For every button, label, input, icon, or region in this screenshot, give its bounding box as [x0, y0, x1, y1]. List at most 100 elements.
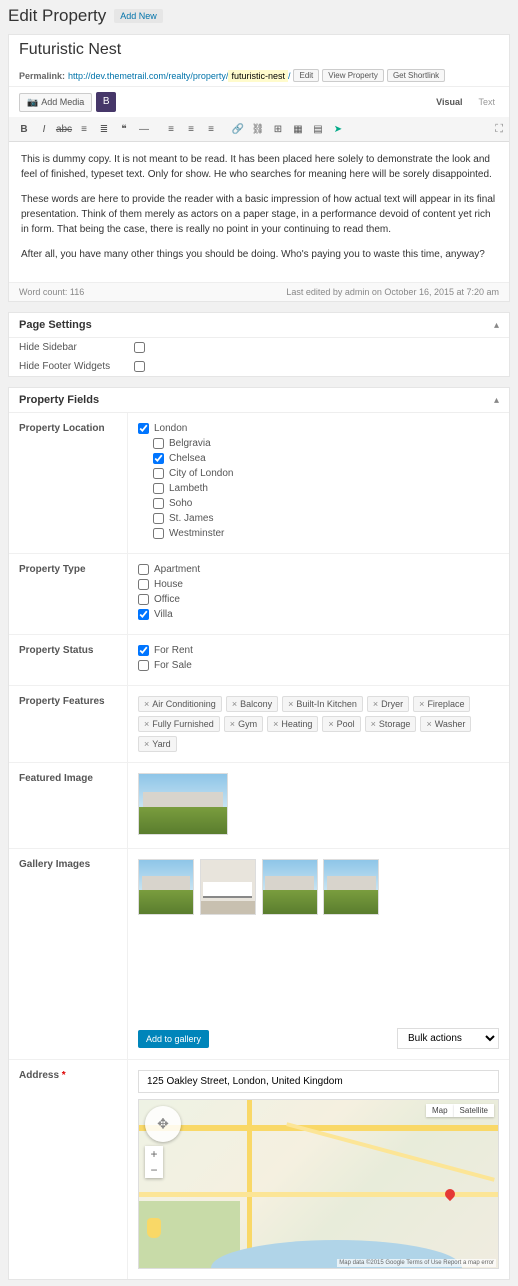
featured-image-label: Featured Image: [9, 763, 127, 794]
permalink-label: Permalink:: [19, 71, 65, 81]
italic-button[interactable]: I: [35, 120, 53, 138]
feature-tag[interactable]: × Balcony: [226, 696, 278, 712]
toggle-icon[interactable]: ▴: [494, 320, 499, 331]
editor-content[interactable]: This is dummy copy. It is not meant to b…: [9, 142, 509, 282]
shortcode-icon-button[interactable]: ➤: [329, 120, 347, 138]
align-right-button[interactable]: ≡: [202, 120, 220, 138]
location-city-of-london[interactable]: City of London: [153, 468, 499, 479]
type-office[interactable]: Office: [138, 594, 499, 605]
toolbar-toggle-button[interactable]: ▦: [289, 120, 307, 138]
location-st-james[interactable]: St. James: [153, 513, 499, 524]
editor-panel: Futuristic Nest Permalink: http://dev.th…: [8, 34, 510, 302]
remove-icon[interactable]: ×: [232, 699, 237, 709]
map-type-satellite[interactable]: Satellite: [454, 1104, 494, 1117]
link-button[interactable]: 🔗: [229, 120, 247, 138]
remove-icon[interactable]: ×: [144, 739, 149, 749]
remove-icon[interactable]: ×: [328, 719, 333, 729]
gallery-thumb[interactable]: [138, 859, 194, 915]
toggle-icon[interactable]: ▴: [494, 395, 499, 406]
tab-visual[interactable]: Visual: [432, 95, 466, 109]
map-pin-icon: [443, 1187, 457, 1201]
hide-footer-label: Hide Footer Widgets: [19, 361, 134, 372]
page-settings-metabox: Page Settings ▴ Hide Sidebar Hide Footer…: [8, 312, 510, 377]
remove-icon[interactable]: ×: [144, 719, 149, 729]
status-for-sale[interactable]: For Sale: [138, 660, 499, 671]
remove-icon[interactable]: ×: [426, 719, 431, 729]
location-belgravia[interactable]: Belgravia: [153, 438, 499, 449]
status-for-rent[interactable]: For Rent: [138, 645, 499, 656]
type-villa[interactable]: Villa: [138, 609, 499, 620]
editor-statusbar: Word count: 116 Last edited by admin on …: [9, 282, 509, 301]
permalink-edit-button[interactable]: Edit: [293, 69, 319, 82]
remove-icon[interactable]: ×: [419, 699, 424, 709]
word-count-label: Word count:: [19, 287, 70, 297]
feature-tag[interactable]: × Fireplace: [413, 696, 470, 712]
gallery-thumb[interactable]: [323, 859, 379, 915]
streetview-pegman-icon[interactable]: [147, 1218, 161, 1238]
property-fields-metabox: Property Fields ▴ Property Location Lond…: [8, 387, 510, 1280]
feature-tag[interactable]: × Built-In Kitchen: [282, 696, 363, 712]
tab-text[interactable]: Text: [474, 95, 499, 109]
ul-button[interactable]: ≡: [75, 120, 93, 138]
remove-icon[interactable]: ×: [230, 719, 235, 729]
map[interactable]: +− Map Satellite Map data ©2015 Google T…: [138, 1099, 499, 1269]
location-westminster[interactable]: Westminster: [153, 528, 499, 539]
map-zoom-control[interactable]: +−: [145, 1146, 163, 1178]
gallery-thumb[interactable]: [262, 859, 318, 915]
add-media-button[interactable]: 📷 Add Media: [19, 93, 92, 112]
remove-icon[interactable]: ×: [288, 699, 293, 709]
location-london[interactable]: London: [138, 423, 499, 434]
quote-button[interactable]: ❝: [115, 120, 133, 138]
feature-tag[interactable]: × Washer: [420, 716, 471, 732]
permalink-url[interactable]: http://dev.themetrail.com/realty/propert…: [68, 71, 290, 81]
hide-sidebar-checkbox[interactable]: [134, 342, 145, 353]
type-apartment[interactable]: Apartment: [138, 564, 499, 575]
feature-tag[interactable]: × Air Conditioning: [138, 696, 222, 712]
location-chelsea[interactable]: Chelsea: [153, 453, 499, 464]
bulk-actions-select[interactable]: Bulk actions: [397, 1028, 499, 1049]
features-label: Property Features: [9, 686, 127, 717]
gallery-grid: [138, 859, 499, 918]
bold-button[interactable]: B: [15, 120, 33, 138]
remove-icon[interactable]: ×: [373, 699, 378, 709]
remove-icon[interactable]: ×: [371, 719, 376, 729]
distraction-free-button[interactable]: ▤: [309, 120, 327, 138]
permalink-row: Permalink: http://dev.themetrail.com/rea…: [9, 65, 509, 87]
remove-icon[interactable]: ×: [273, 719, 278, 729]
map-type-map[interactable]: Map: [426, 1104, 454, 1117]
add-to-gallery-button[interactable]: Add to gallery: [138, 1030, 209, 1048]
remove-icon[interactable]: ×: [144, 699, 149, 709]
location-soho[interactable]: Soho: [153, 498, 499, 509]
feature-tag[interactable]: × Heating: [267, 716, 318, 732]
feature-tag[interactable]: × Gym: [224, 716, 263, 732]
add-new-button[interactable]: Add New: [114, 9, 163, 23]
media-toolbar: 📷 Add Media B Visual Text: [9, 87, 509, 117]
get-shortlink-button[interactable]: Get Shortlink: [387, 69, 445, 82]
address-input[interactable]: [138, 1070, 499, 1093]
hide-sidebar-label: Hide Sidebar: [19, 342, 134, 353]
hr-button[interactable]: —: [135, 120, 153, 138]
shortcode-button[interactable]: B: [96, 92, 116, 112]
align-center-button[interactable]: ≡: [182, 120, 200, 138]
map-pan-control[interactable]: [145, 1106, 181, 1142]
feature-tag[interactable]: × Storage: [365, 716, 417, 732]
ol-button[interactable]: ≣: [95, 120, 113, 138]
feature-tag[interactable]: × Yard: [138, 736, 177, 752]
hide-footer-checkbox[interactable]: [134, 361, 145, 372]
unlink-button[interactable]: ⛓: [249, 120, 267, 138]
view-property-button[interactable]: View Property: [322, 69, 384, 82]
more-button[interactable]: ⊞: [269, 120, 287, 138]
feature-tag[interactable]: × Fully Furnished: [138, 716, 220, 732]
align-left-button[interactable]: ≡: [162, 120, 180, 138]
strike-button[interactable]: abc: [55, 120, 73, 138]
gallery-thumb[interactable]: [200, 859, 256, 915]
feature-tag[interactable]: × Dryer: [367, 696, 409, 712]
fullscreen-icon[interactable]: ⛶: [495, 123, 503, 136]
camera-icon: 📷: [27, 97, 38, 108]
property-title[interactable]: Futuristic Nest: [19, 41, 499, 59]
type-label: Property Type: [9, 554, 127, 585]
type-house[interactable]: House: [138, 579, 499, 590]
location-lambeth[interactable]: Lambeth: [153, 483, 499, 494]
featured-image-thumb[interactable]: [138, 773, 228, 835]
feature-tag[interactable]: × Pool: [322, 716, 360, 732]
